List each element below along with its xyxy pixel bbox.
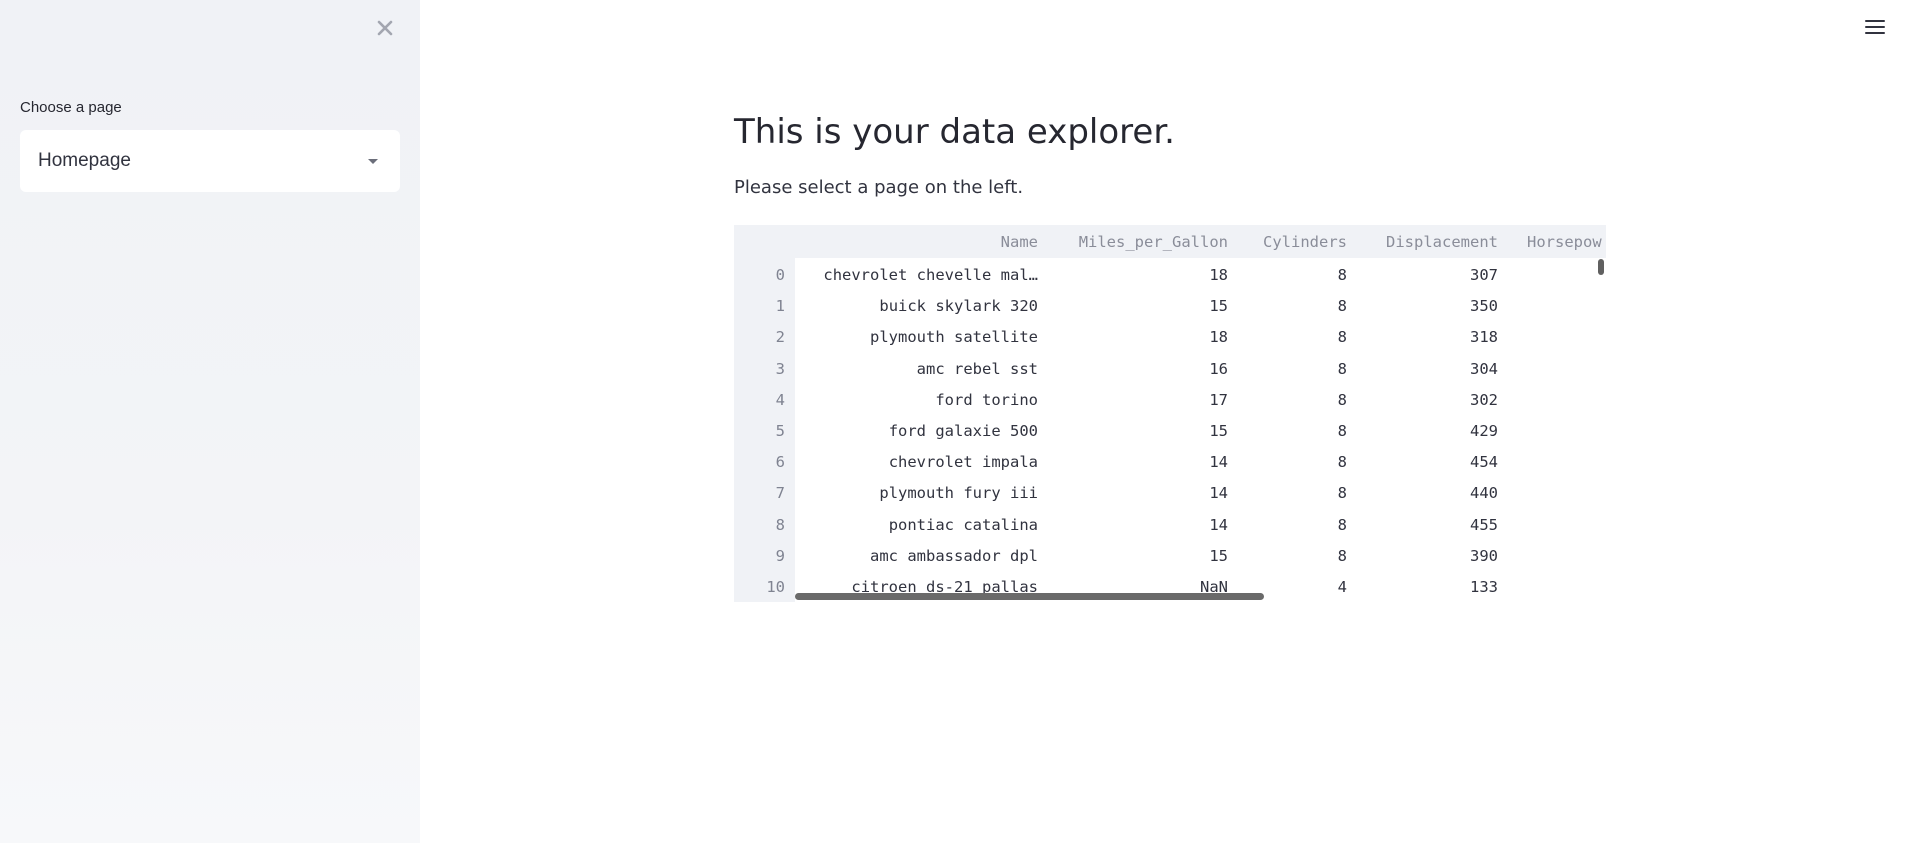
column-header[interactable]: Miles_per_Gallon [1048,232,1228,252]
table-cell[interactable]: 318 [1358,327,1498,347]
table-cell[interactable]: 8 [1237,265,1347,285]
table-cell[interactable]: 455 [1358,515,1498,535]
data-table[interactable]: Name Miles_per_Gallon Cylinders Displacemen… [734,225,1606,602]
table-cell[interactable]: 454 [1358,452,1498,472]
page-select-value: Homepage [38,150,131,171]
table-cell[interactable]: 15 [1048,421,1228,441]
table-cell[interactable]: 390 [1358,546,1498,566]
page-title: This is your data explorer. [734,112,1175,152]
close-icon[interactable] [371,14,399,42]
table-cell[interactable]: 429 [1358,421,1498,441]
table-cell[interactable]: 8 [1237,546,1347,566]
page-select[interactable]: Homepage [20,130,400,192]
table-cell[interactable]: 8 [1237,359,1347,379]
table-cell[interactable]: 17 [1048,390,1228,410]
table-cell[interactable]: ford torino [798,390,1038,410]
page-subtitle: Please select a page on the left. [734,177,1024,198]
row-index: 1 [775,297,785,316]
table-cell[interactable]: 18 [1048,327,1228,347]
table-cell[interactable]: plymouth satellite [798,327,1038,347]
row-index: 6 [775,453,785,472]
row-index: 5 [775,422,785,440]
sidebar: Choose a page Homepage [0,0,420,843]
table-cell[interactable]: ford galaxie 500 [798,421,1038,441]
table-cell[interactable]: 8 [1237,452,1347,472]
table-cell[interactable]: 302 [1358,390,1498,410]
table-cell[interactable]: 8 [1237,296,1347,316]
table-cell[interactable]: 350 [1358,296,1498,316]
table-cell[interactable]: buick skylark 320 [798,296,1038,316]
horizontal-scrollbar[interactable] [795,593,1264,600]
row-index: 2 [775,328,785,347]
table-cell[interactable]: 133 [1358,577,1498,597]
table-cell[interactable]: 14 [1048,452,1228,472]
table-cell[interactable]: 16 [1048,359,1228,379]
row-index: 10 [766,578,785,596]
table-cell[interactable]: 307 [1358,265,1498,285]
row-index: 7 [775,484,785,503]
table-cell[interactable]: 15 [1048,296,1228,316]
select-label: Choose a page [20,99,122,116]
vertical-scrollbar[interactable] [1598,259,1604,275]
table-cell[interactable]: 8 [1237,515,1347,535]
table-cell[interactable]: 440 [1358,483,1498,503]
table-cell[interactable]: chevrolet impala [798,452,1038,472]
row-index: 4 [775,390,785,409]
column-header[interactable]: Displacement [1358,232,1498,252]
column-header[interactable]: Horsepow [1527,232,1606,252]
table-cell[interactable]: amc rebel sst [798,359,1038,379]
table-cell[interactable]: 8 [1237,421,1347,441]
table-cell[interactable]: 15 [1048,546,1228,566]
table-cell[interactable]: 8 [1237,390,1347,410]
table-cell[interactable]: pontiac catalina [798,515,1038,535]
app-root: Choose a page Homepage This is your data… [0,0,1920,843]
table-cell[interactable]: 18 [1048,265,1228,285]
row-index: 0 [775,266,785,284]
row-index: 3 [775,359,785,378]
column-header[interactable]: Cylinders [1237,232,1347,252]
table-cell[interactable]: chevrolet chevelle mal… [798,265,1038,285]
row-index: 8 [775,515,785,534]
table-cell[interactable]: 8 [1237,483,1347,503]
column-header[interactable]: Name [798,232,1038,252]
hamburger-menu-icon[interactable] [1862,14,1888,40]
table-cell[interactable]: 8 [1237,327,1347,347]
table-cell[interactable]: amc ambassador dpl [798,546,1038,566]
chevron-down-icon [368,159,378,164]
table-cell[interactable]: plymouth fury iii [798,483,1038,503]
row-index: 9 [775,546,785,565]
table-cell[interactable]: 14 [1048,483,1228,503]
table-cell[interactable]: 14 [1048,515,1228,535]
table-cell[interactable]: 304 [1358,359,1498,379]
